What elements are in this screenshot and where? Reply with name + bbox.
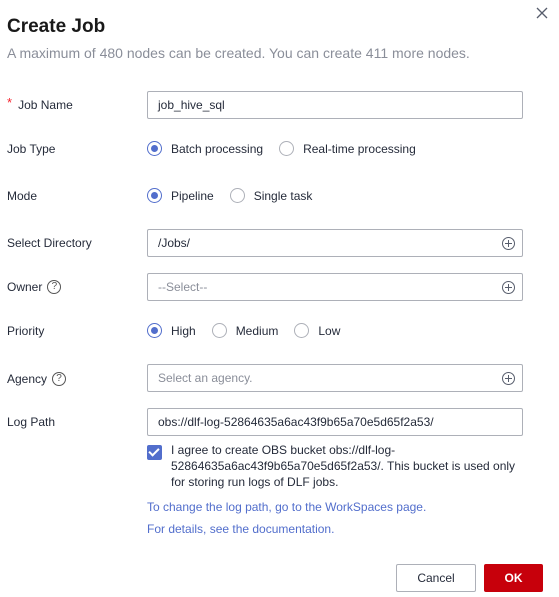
- mode-radio-group: Pipeline Single task: [147, 188, 328, 203]
- job-type-radio-group: Batch processing Real-time processing: [147, 141, 432, 156]
- radio-low[interactable]: Low: [294, 323, 340, 338]
- add-circle-icon[interactable]: [502, 281, 515, 294]
- dialog-title: Create Job: [7, 16, 106, 37]
- help-icon[interactable]: ?: [47, 280, 62, 294]
- radio-single-task[interactable]: Single task: [229, 188, 312, 203]
- change-log-path-link[interactable]: To change the log path, go to the WorkSp…: [147, 500, 426, 514]
- priority-radio-group: High Medium Low: [147, 323, 356, 338]
- radio-batch-processing[interactable]: Batch processing: [147, 141, 263, 156]
- radio-unchecked-icon: [211, 323, 227, 338]
- radio-pipeline[interactable]: Pipeline: [147, 188, 214, 203]
- cancel-button[interactable]: Cancel: [396, 564, 476, 592]
- radio-unchecked-icon: [294, 323, 310, 338]
- add-circle-icon[interactable]: [502, 372, 515, 385]
- log-path-label: Log Path: [7, 415, 56, 429]
- agency-select[interactable]: Select an agency.: [147, 364, 523, 392]
- radio-high[interactable]: High: [147, 323, 196, 338]
- documentation-link[interactable]: For details, see the documentation.: [147, 522, 334, 536]
- agree-checkbox[interactable]: [147, 445, 162, 460]
- ok-button[interactable]: OK: [484, 564, 543, 592]
- select-directory-input[interactable]: /Jobs/: [147, 229, 523, 257]
- radio-realtime-processing[interactable]: Real-time processing: [279, 141, 416, 156]
- owner-label: Owner ?: [7, 279, 62, 295]
- mode-label: Mode: [7, 189, 38, 203]
- help-icon[interactable]: ?: [52, 372, 67, 386]
- radio-medium[interactable]: Medium: [211, 323, 278, 338]
- create-job-dialog: Create Job A maximum of 480 nodes can be…: [0, 0, 559, 597]
- dialog-subtitle: A maximum of 480 nodes can be created. Y…: [7, 45, 470, 61]
- radio-checked-icon: [147, 323, 162, 338]
- add-circle-icon[interactable]: [502, 237, 515, 250]
- log-path-input[interactable]: obs://dlf-log-52864635a6ac43f9b65a70e5d6…: [147, 408, 523, 436]
- job-type-label: Job Type: [7, 142, 56, 156]
- job-name-input[interactable]: job_hive_sql: [147, 91, 523, 119]
- agree-text: I agree to create OBS bucket obs://dlf-l…: [171, 443, 516, 489]
- agency-label: Agency ?: [7, 371, 67, 387]
- radio-checked-icon: [147, 141, 162, 156]
- close-icon[interactable]: [533, 4, 551, 22]
- select-directory-label: Select Directory: [7, 236, 92, 250]
- required-mark: *: [7, 95, 13, 110]
- radio-unchecked-icon: [229, 188, 245, 203]
- agree-obs-bucket-row: I agree to create OBS bucket obs://dlf-l…: [147, 442, 527, 490]
- radio-unchecked-icon: [279, 141, 295, 156]
- radio-checked-icon: [147, 188, 162, 203]
- job-name-label: * Job Name: [7, 95, 73, 112]
- priority-label: Priority: [7, 324, 45, 338]
- owner-select[interactable]: --Select--: [147, 273, 523, 301]
